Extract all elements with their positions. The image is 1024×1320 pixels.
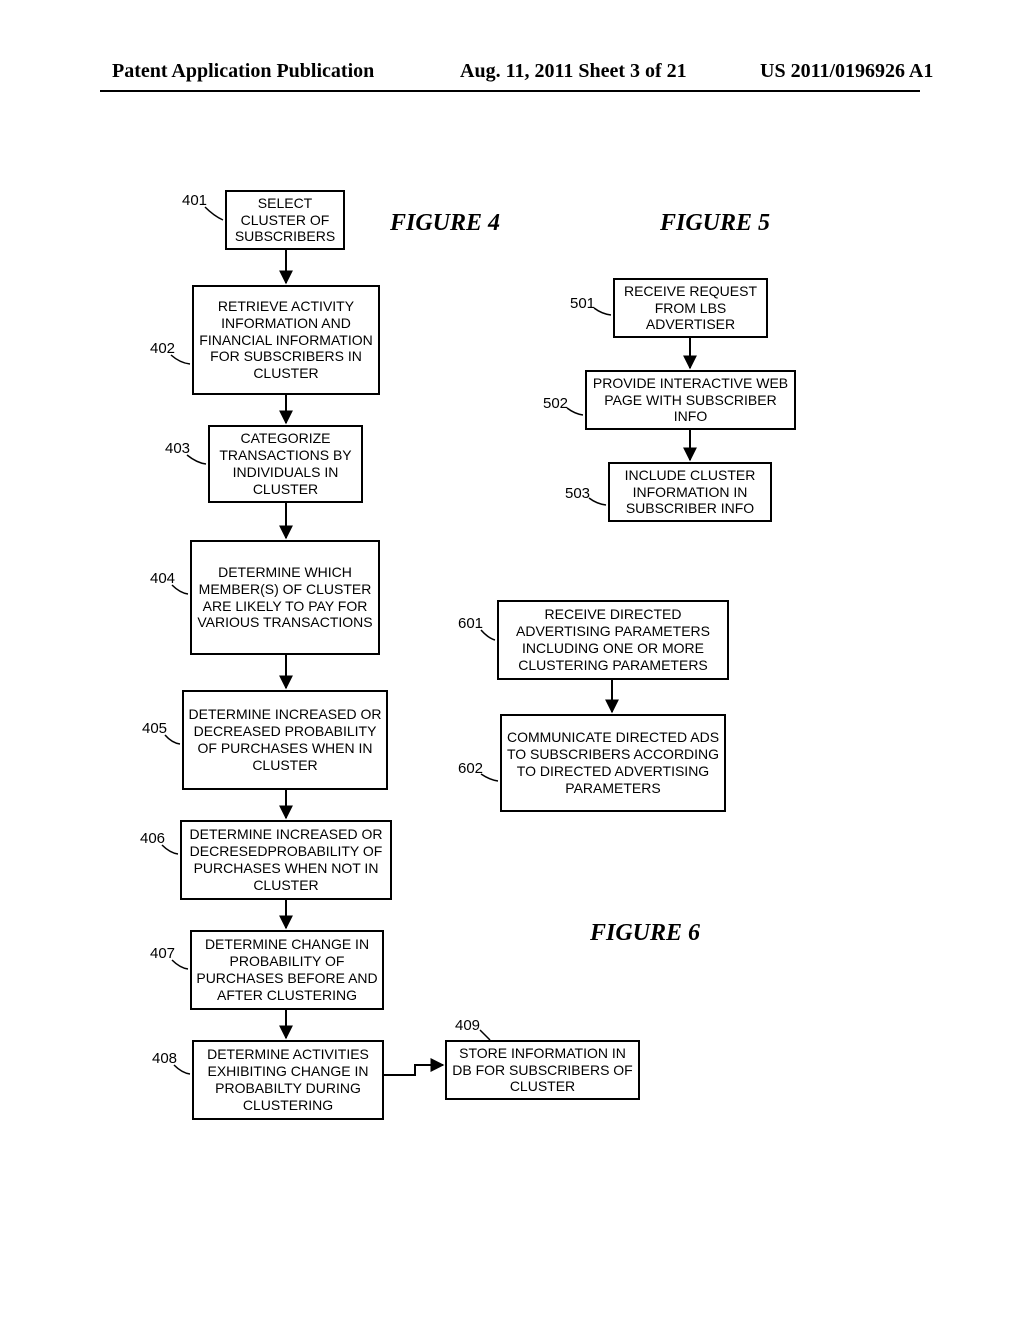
fig4-step-407: DETERMINE CHANGE IN PROBABILITY OF PURCH… — [190, 930, 384, 1010]
fig4-step-408: DETERMINE ACTIVITIES EXHIBITING CHANGE I… — [192, 1040, 384, 1120]
refnum-402: 402 — [150, 340, 175, 357]
figure-4-label: FIGURE 4 — [390, 210, 500, 237]
fig4-step-402: RETRIEVE ACTIVITY INFORMATION AND FINANC… — [192, 285, 380, 395]
refnum-503: 503 — [565, 485, 590, 502]
figure-6-label: FIGURE 6 — [590, 920, 700, 947]
refnum-501: 501 — [570, 295, 595, 312]
fig4-step-406: DETERMINE INCREASED OR DECRESEDPROBABILI… — [180, 820, 392, 900]
fig4-step-401: SELECT CLUSTER OF SUBSCRIBERS — [225, 190, 345, 250]
refnum-408: 408 — [152, 1050, 177, 1067]
refnum-406: 406 — [140, 830, 165, 847]
header-rule — [100, 90, 920, 92]
refnum-405: 405 — [142, 720, 167, 737]
refnum-403: 403 — [165, 440, 190, 457]
fig6-step-601: RECEIVE DIRECTED ADVERTISING PARAMETERS … — [497, 600, 729, 680]
fig6-step-602: COMMUNICATE DIRECTED ADS TO SUBSCRIBERS … — [500, 714, 726, 812]
header-middle: Aug. 11, 2011 Sheet 3 of 21 — [460, 60, 687, 83]
refnum-401: 401 — [182, 192, 207, 209]
fig4-step-403: CATEGORIZE TRANSACTIONS BY INDIVIDUALS I… — [208, 425, 363, 503]
fig4-step-409: STORE INFORMATION IN DB FOR SUBSCRIBERS … — [445, 1040, 640, 1100]
refnum-407: 407 — [150, 945, 175, 962]
fig5-step-502: PROVIDE INTERACTIVE WEB PAGE WITH SUBSCR… — [585, 370, 796, 430]
refnum-409: 409 — [455, 1017, 480, 1034]
header-right: US 2011/0196926 A1 — [760, 60, 933, 83]
fig4-step-404: DETERMINE WHICH MEMBER(S) OF CLUSTER ARE… — [190, 540, 380, 655]
refnum-404: 404 — [150, 570, 175, 587]
figure-5-label: FIGURE 5 — [660, 210, 770, 237]
fig5-step-501: RECEIVE REQUEST FROM LBS ADVERTISER — [613, 278, 768, 338]
refnum-602: 602 — [458, 760, 483, 777]
header-left: Patent Application Publication — [112, 60, 374, 83]
fig5-step-503: INCLUDE CLUSTER INFORMATION IN SUBSCRIBE… — [608, 462, 772, 522]
refnum-502: 502 — [543, 395, 568, 412]
patent-page: Patent Application Publication Aug. 11, … — [0, 0, 1024, 1320]
refnum-601: 601 — [458, 615, 483, 632]
fig4-step-405: DETERMINE INCREASED OR DECREASED PROBABI… — [182, 690, 388, 790]
